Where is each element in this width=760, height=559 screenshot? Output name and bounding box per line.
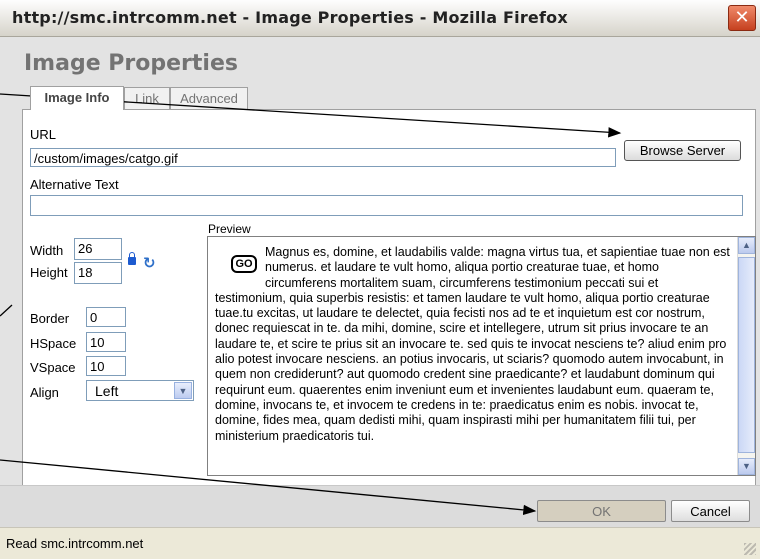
url-label: URL	[30, 127, 57, 142]
preview-label: Preview	[208, 222, 251, 236]
cancel-button[interactable]: Cancel	[671, 500, 750, 522]
border-input[interactable]: 0	[86, 307, 126, 327]
vspace-label: VSpace	[30, 360, 76, 375]
status-text: Read smc.intrcomm.net	[6, 536, 144, 551]
ok-button[interactable]: OK	[537, 500, 666, 522]
lock-icon[interactable]	[128, 252, 136, 265]
resize-grip-icon[interactable]	[744, 543, 756, 555]
url-input[interactable]: /custom/images/catgo.gif	[30, 148, 616, 167]
alt-text-input[interactable]	[30, 195, 743, 216]
align-selected-value: Left	[95, 383, 119, 399]
border-label: Border	[30, 311, 70, 326]
go-image-icon: GO	[231, 255, 257, 273]
vspace-input[interactable]: 10	[86, 356, 126, 376]
alt-text-label: Alternative Text	[30, 177, 119, 192]
width-label: Width	[30, 243, 64, 258]
scroll-down-icon[interactable]: ▼	[738, 458, 755, 475]
height-input[interactable]: 18	[74, 262, 122, 284]
width-input[interactable]: 26	[74, 238, 122, 260]
preview-content: GO Magnus es, domine, et laudabilis vald…	[215, 245, 732, 444]
preview-body-text: Magnus es, domine, et laudabilis valde: …	[215, 245, 730, 443]
tab-image-info[interactable]: Image Info	[30, 86, 124, 110]
preview-pane[interactable]: GO Magnus es, domine, et laudabilis vald…	[207, 236, 756, 476]
align-label: Align	[30, 385, 59, 400]
scroll-thumb[interactable]	[738, 257, 755, 453]
align-select[interactable]: Left ▼	[86, 380, 194, 401]
hspace-input[interactable]: 10	[86, 332, 126, 352]
hspace-label: HSpace	[30, 336, 77, 351]
status-bar: Read smc.intrcomm.net	[0, 527, 760, 559]
browse-server-button[interactable]: Browse Server	[624, 140, 741, 161]
scroll-up-icon[interactable]: ▲	[738, 237, 755, 254]
title-bar: http://smc.intrcomm.net - Image Properti…	[0, 0, 760, 37]
close-icon: ✕	[734, 7, 750, 28]
tab-advanced[interactable]: Advanced	[170, 87, 248, 109]
dialog-heading: Image Properties	[24, 51, 238, 76]
browser-window: http://smc.intrcomm.net - Image Properti…	[0, 0, 760, 559]
preview-scrollbar[interactable]: ▲ ▼	[737, 237, 755, 475]
reset-size-icon[interactable]: ↻	[143, 256, 156, 271]
close-button[interactable]: ✕	[728, 5, 756, 31]
chevron-down-icon: ▼	[174, 382, 192, 399]
tab-link[interactable]: Link	[124, 87, 170, 109]
height-label: Height	[30, 265, 68, 280]
window-title: http://smc.intrcomm.net - Image Properti…	[12, 8, 568, 27]
